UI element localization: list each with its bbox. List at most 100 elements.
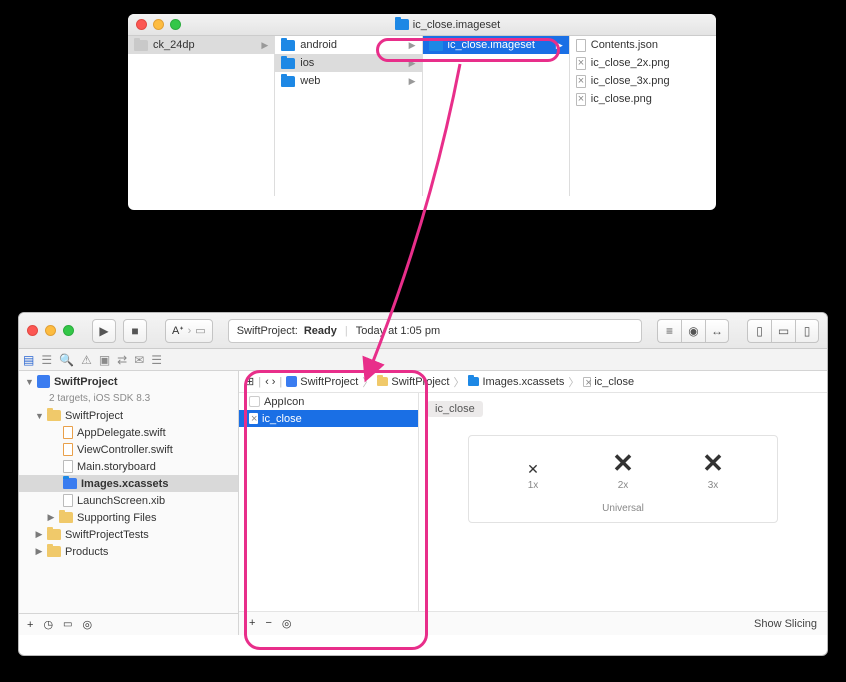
group-row[interactable]: ▼ SwiftProject [19, 407, 238, 424]
project-navigator-icon[interactable]: ▤ [23, 353, 34, 367]
add-button[interactable]: + [27, 619, 33, 631]
disclosure-triangle-icon[interactable]: ▶ [47, 512, 55, 523]
file-row[interactable]: ViewController.swift [19, 441, 238, 458]
symbol-navigator-icon[interactable]: ☰ [41, 353, 52, 367]
standard-editor-button[interactable]: ≡ [657, 319, 681, 343]
filter-scm-icon[interactable]: ▭ [63, 619, 72, 630]
zoom-button[interactable] [63, 325, 74, 336]
finder-col-3[interactable]: ic_close.imageset ▶ [423, 36, 570, 196]
asset-label: AppIcon [264, 396, 304, 408]
bottom-panel-toggle[interactable]: ▭ [771, 319, 795, 343]
filter-field-icon[interactable]: ◎ [282, 617, 292, 630]
add-asset-button[interactable]: + [249, 617, 255, 630]
finder-file[interactable]: ic_close_2x.png [570, 54, 716, 72]
image-preview: ✕ [612, 450, 634, 476]
folder-icon [395, 19, 409, 30]
assistant-editor-button[interactable]: ◉ [681, 319, 705, 343]
idiom-label: Universal [602, 503, 644, 514]
xcode-window: ▶ ■ Aᐩ › ▭ SwiftProject: Ready | Today a… [18, 312, 828, 656]
stop-button[interactable]: ■ [123, 319, 147, 343]
crumb[interactable]: SwiftProject [391, 376, 449, 388]
file-label: AppDelegate.swift [77, 427, 166, 439]
project-navigator[interactable]: ▼ SwiftProject 2 targets, iOS SDK 8.3 ▼ … [19, 371, 239, 635]
disclosure-triangle-icon[interactable]: ▼ [35, 411, 43, 421]
log-navigator-icon[interactable]: ☰ [151, 353, 162, 367]
asset-row[interactable]: AppIcon [239, 393, 418, 410]
finder-col-1[interactable]: ck_24dp ▶ [128, 36, 275, 196]
filter-recent-icon[interactable]: ◷ [43, 618, 53, 631]
editor-mode-segment[interactable]: ≡ ◉ ↔ [657, 319, 729, 343]
file-row[interactable]: Main.storyboard [19, 458, 238, 475]
group-row[interactable]: ▶ Supporting Files [19, 509, 238, 526]
finder-columns: ck_24dp ▶ android ▶ ios ▶ web ▶ [128, 36, 716, 196]
finder-file-label: ic_close.png [591, 93, 710, 105]
group-row[interactable]: ▶ Products [19, 543, 238, 560]
jump-bar[interactable]: ⊞ | ‹ › | SwiftProject 〉 SwiftProject 〉 … [239, 371, 827, 393]
disclosure-triangle-icon[interactable]: ▶ [35, 529, 43, 540]
breakpoint-navigator-icon[interactable]: ⇄ [117, 353, 127, 367]
zoom-button[interactable] [170, 19, 181, 30]
finder-item-label: ic_close.imageset [448, 39, 551, 51]
search-navigator-icon[interactable]: 🔍 [59, 353, 74, 367]
close-button[interactable] [136, 19, 147, 30]
finder-item[interactable]: web ▶ [275, 72, 421, 90]
file-row-selected[interactable]: Images.xcassets [19, 475, 238, 492]
finder-col-2[interactable]: android ▶ ios ▶ web ▶ [275, 36, 422, 196]
image-slot-2x[interactable]: ✕ 2x [596, 450, 650, 491]
finder-item[interactable]: ios ▶ [275, 54, 421, 72]
minimize-button[interactable] [45, 325, 56, 336]
asset-list[interactable]: AppIcon ic_close [239, 393, 419, 611]
disclosure-triangle-icon[interactable]: ▼ [25, 377, 33, 387]
forward-button[interactable]: › [272, 376, 276, 388]
related-items-icon[interactable]: ⊞ [245, 375, 254, 388]
finder-file[interactable]: ic_close.png [570, 90, 716, 108]
crumb[interactable]: Images.xcassets [482, 376, 564, 388]
image-slot-1x[interactable]: ✕ 1x [506, 462, 560, 491]
filter-field-icon[interactable]: ◎ [83, 618, 93, 631]
report-navigator-icon[interactable]: ✉ [134, 353, 144, 367]
navigator-footer: + ◷ ▭ ◎ [19, 613, 238, 635]
scheme-selector[interactable]: Aᐩ › ▭ [165, 319, 213, 343]
file-row[interactable]: LaunchScreen.xib [19, 492, 238, 509]
minimize-button[interactable] [153, 19, 164, 30]
finder-item[interactable]: android ▶ [275, 36, 421, 54]
asset-row-selected[interactable]: ic_close [239, 410, 418, 427]
right-panel-toggle[interactable]: ▯ [795, 319, 819, 343]
close-button[interactable] [27, 325, 38, 336]
left-panel-toggle[interactable]: ▯ [747, 319, 771, 343]
folder-icon [134, 40, 148, 51]
finder-titlebar[interactable]: ic_close.imageset [128, 14, 716, 36]
finder-file[interactable]: ic_close_3x.png [570, 72, 716, 90]
finder-item[interactable]: ck_24dp ▶ [128, 36, 274, 54]
png-file-icon [576, 93, 586, 106]
finder-item-selected[interactable]: ic_close.imageset ▶ [423, 36, 569, 54]
show-slicing-button[interactable]: Show Slicing [754, 618, 817, 630]
issue-navigator-icon[interactable]: ⚠ [81, 353, 92, 367]
project-subtitle: 2 targets, iOS SDK 8.3 [19, 390, 238, 407]
group-row[interactable]: ▶ SwiftProjectTests [19, 526, 238, 543]
run-button[interactable]: ▶ [92, 319, 116, 343]
finder-file[interactable]: Contents.json [570, 36, 716, 54]
disclosure-triangle-icon[interactable]: ▶ [35, 546, 43, 557]
crumb[interactable]: SwiftProject [300, 376, 358, 388]
xcodeproj-icon [37, 375, 50, 388]
device-icon: ▭ [195, 324, 205, 337]
project-root[interactable]: ▼ SwiftProject [19, 373, 238, 390]
folder-icon [47, 410, 61, 421]
back-button[interactable]: ‹ [265, 376, 269, 388]
crumb[interactable]: ic_close [594, 376, 634, 388]
asset-name-tag: ic_close [427, 401, 483, 417]
remove-asset-button[interactable]: − [265, 617, 271, 630]
debug-navigator-icon[interactable]: ▣ [99, 353, 110, 367]
asset-catalog: AppIcon ic_close ic_close ✕ [239, 393, 827, 611]
panel-toggle-segment[interactable]: ▯ ▭ ▯ [747, 319, 819, 343]
json-file-icon [576, 39, 586, 52]
image-slot-3x[interactable]: ✕ 3x [686, 450, 740, 491]
file-row[interactable]: AppDelegate.swift [19, 424, 238, 441]
group-label: Supporting Files [77, 512, 157, 524]
version-editor-button[interactable]: ↔ [705, 319, 729, 343]
finder-file-label: ic_close_3x.png [591, 75, 710, 87]
finder-col-4[interactable]: Contents.json ic_close_2x.png ic_close_3… [570, 36, 716, 196]
chevron-right-icon: ▶ [556, 40, 563, 51]
chevron-right-icon: ▶ [409, 40, 416, 51]
